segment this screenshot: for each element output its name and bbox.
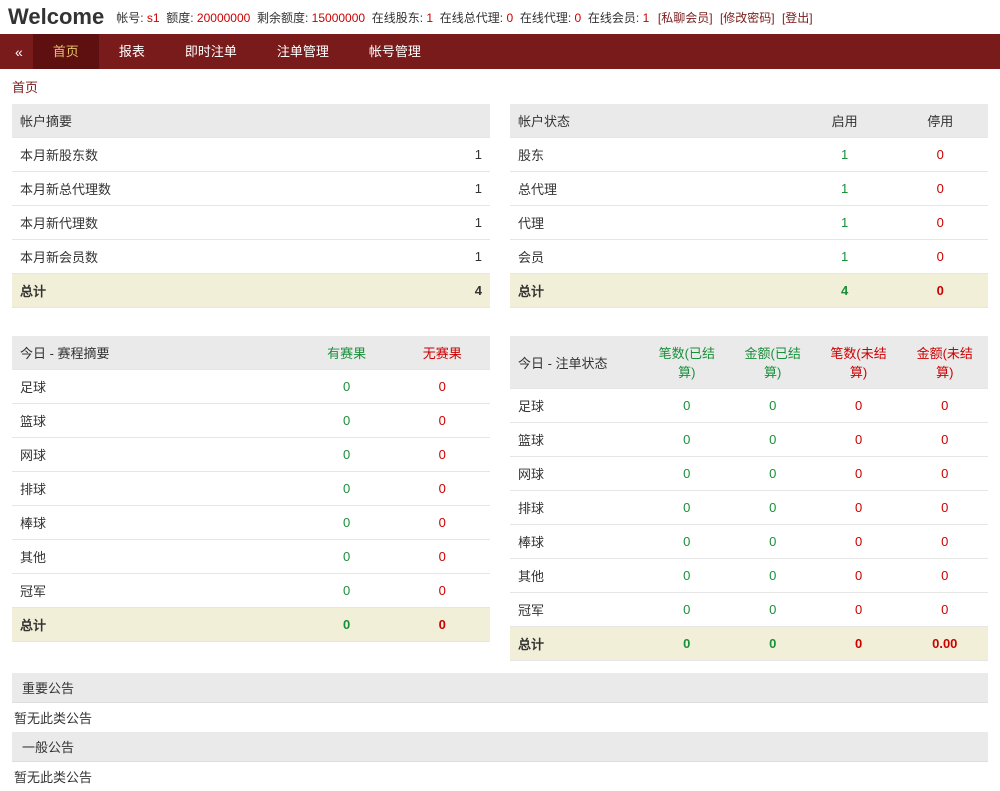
table-row: 冠军0000 [510, 593, 988, 627]
important-announcement-body: 暂无此类公告 [12, 703, 988, 732]
table-row: 棒球0000 [510, 525, 988, 559]
breadcrumb: 首页 [0, 69, 1000, 104]
table-row: 排球0000 [510, 491, 988, 525]
table-row: 篮球0000 [510, 423, 988, 457]
table-row: 本月新总代理数1 [12, 172, 490, 206]
nav-report[interactable]: 报表 [99, 34, 165, 69]
table-row: 代理10 [510, 206, 988, 240]
welcome-title: Welcome [8, 4, 104, 30]
acct-status-title: 帐户状态 [510, 104, 797, 138]
general-announcement-header: 一般公告 [12, 732, 988, 762]
announcements-section: 重要公告 暂无此类公告 一般公告 暂无此类公告 [0, 673, 1000, 791]
total-row: 总计4 [12, 274, 490, 308]
table-row: 本月新代理数1 [12, 206, 490, 240]
table-row: 棒球00 [12, 506, 490, 540]
total-row: 总计00 [12, 608, 490, 642]
table-row: 本月新会员数1 [12, 240, 490, 274]
table-row: 其他00 [12, 540, 490, 574]
important-announcement-header: 重要公告 [12, 673, 988, 703]
table-row: 总代理10 [510, 172, 988, 206]
nav-home[interactable]: 首页 [33, 34, 99, 69]
nav-live-bet[interactable]: 即时注单 [165, 34, 257, 69]
total-row: 总计0000.00 [510, 627, 988, 661]
logout-link[interactable]: [登出] [782, 11, 813, 25]
table-row: 其他0000 [510, 559, 988, 593]
collapse-icon[interactable]: « [5, 44, 33, 60]
main-nav: « 首页 报表 即时注单 注单管理 帐号管理 [0, 34, 1000, 69]
table-row: 网球00 [12, 438, 490, 472]
match-summary-table: 今日 - 赛程摘要 有赛果 无赛果 足球00 篮球00 网球00 排球00 棒球… [12, 336, 490, 642]
header-bar: Welcome 帐号: s1 额度: 20000000 剩余额度: 150000… [0, 0, 1000, 34]
table-row: 排球00 [12, 472, 490, 506]
table-row: 网球0000 [510, 457, 988, 491]
general-announcement-body: 暂无此类公告 [12, 762, 988, 791]
header-info: 帐号: s1 额度: 20000000 剩余额度: 15000000 在线股东:… [116, 9, 814, 26]
table-row: 会员10 [510, 240, 988, 274]
bet-status-title: 今日 - 注单状态 [510, 336, 644, 389]
table-row: 股东10 [510, 138, 988, 172]
account-summary-table: 帐户摘要 本月新股东数1 本月新总代理数1 本月新代理数1 本月新会员数1 总计… [12, 104, 490, 308]
bet-status-table: 今日 - 注单状态 笔数(已结算) 金额(已结算) 笔数(未结算) 金额(未结算… [510, 336, 988, 661]
table-row: 冠军00 [12, 574, 490, 608]
table-row: 足球0000 [510, 389, 988, 423]
table-row: 本月新股东数1 [12, 138, 490, 172]
total-row: 总计40 [510, 274, 988, 308]
table-row: 篮球00 [12, 404, 490, 438]
match-summary-title: 今日 - 赛程摘要 [12, 336, 299, 370]
nav-bet-manage[interactable]: 注单管理 [257, 34, 349, 69]
private-chat-link[interactable]: [私聊会员] [658, 11, 713, 25]
account-status-table: 帐户状态 启用 停用 股东10 总代理10 代理10 会员10 总计40 [510, 104, 988, 308]
table-row: 足球00 [12, 370, 490, 404]
change-password-link[interactable]: [修改密码] [720, 11, 775, 25]
acct-summary-title: 帐户摘要 [12, 104, 490, 138]
nav-account-manage[interactable]: 帐号管理 [349, 34, 441, 69]
